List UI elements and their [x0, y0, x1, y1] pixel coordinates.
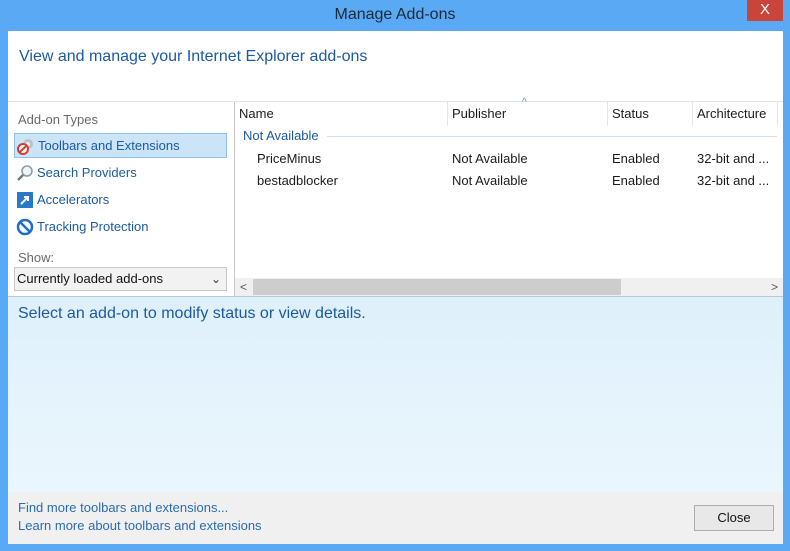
group-divider — [327, 136, 777, 137]
group-header: Not Available — [243, 128, 319, 143]
header-text: View and manage your Internet Explorer a… — [19, 48, 368, 65]
chevron-down-icon: ⌄ — [210, 272, 221, 286]
show-label: Show: — [18, 250, 55, 265]
sidebar-item-accelerators[interactable]: Accelerators — [14, 187, 227, 212]
horizontal-scrollbar[interactable]: < > — [235, 278, 783, 296]
addon-types-label: Add-on Types — [18, 112, 98, 127]
cell-status: Enabled — [612, 151, 660, 166]
sidebar-item-label: Toolbars and Extensions — [38, 138, 180, 153]
accelerator-arrow-icon — [16, 191, 34, 209]
cell-status: Enabled — [612, 173, 660, 188]
scrollbar-thumb[interactable] — [253, 279, 621, 295]
scroll-left-button[interactable]: < — [240, 278, 247, 296]
addon-types-pane: Add-on Types Toolbars and Extensions Sea… — [8, 102, 234, 296]
find-more-link[interactable]: Find more toolbars and extensions... — [18, 500, 228, 515]
window-title: Manage Add-ons — [334, 6, 456, 23]
title-bar: Manage Add-ons X — [0, 0, 790, 32]
cell-publisher: Not Available — [452, 173, 528, 188]
column-header-status[interactable]: Status — [608, 102, 693, 126]
details-pane: Select an add-on to modify status or vie… — [8, 297, 783, 492]
details-message: Select an add-on to modify status or vie… — [18, 305, 366, 322]
sidebar-item-label: Accelerators — [37, 192, 110, 207]
cell-name: bestadblocker — [257, 173, 338, 188]
cell-publisher: Not Available — [452, 151, 528, 166]
sidebar-item-label: Tracking Protection — [37, 219, 149, 234]
show-dropdown[interactable]: Currently loaded add-ons ⌄ — [14, 267, 227, 291]
dialog-body: View and manage your Internet Explorer a… — [8, 31, 783, 544]
cell-architecture: 32-bit and ... — [697, 173, 770, 188]
magnifier-icon — [16, 164, 34, 182]
column-header-name[interactable]: Name — [235, 102, 448, 126]
sort-ascending-icon: ^ — [522, 97, 527, 108]
addon-list: Name Publisher ^ Status Architecture Not… — [235, 97, 783, 296]
gear-blocked-icon — [17, 137, 35, 155]
no-entry-icon — [16, 218, 34, 236]
learn-more-link[interactable]: Learn more about toolbars and extensions — [18, 518, 262, 533]
column-header-architecture[interactable]: Architecture — [693, 102, 778, 126]
window-close-button[interactable]: X — [747, 0, 783, 21]
sidebar-item-tracking-protection[interactable]: Tracking Protection — [14, 214, 227, 239]
close-button[interactable]: Close — [694, 505, 774, 531]
column-header-publisher[interactable]: Publisher — [448, 102, 608, 126]
cell-architecture: 32-bit and ... — [697, 151, 770, 166]
show-dropdown-value: Currently loaded add-ons — [17, 271, 163, 286]
cell-name: PriceMinus — [257, 151, 322, 166]
sidebar-item-toolbars-extensions[interactable]: Toolbars and Extensions — [14, 133, 227, 158]
sidebar-item-label: Search Providers — [37, 165, 137, 180]
footer: Find more toolbars and extensions... Lea… — [8, 492, 783, 544]
scroll-right-button[interactable]: > — [771, 278, 778, 296]
sidebar-item-search-providers[interactable]: Search Providers — [14, 160, 227, 185]
